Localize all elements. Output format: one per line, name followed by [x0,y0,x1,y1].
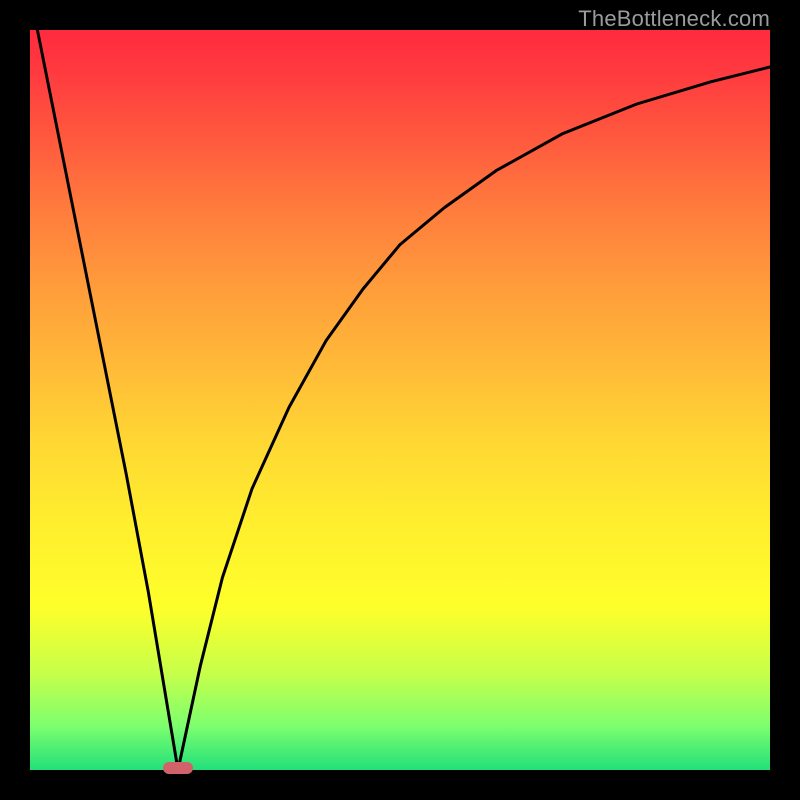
plot-frame [30,30,770,770]
curve-svg [30,30,770,770]
curve-right-branch [178,67,770,770]
curve-left-branch [37,30,178,770]
minimum-marker [163,762,193,774]
bottleneck-curve [37,30,770,770]
chart-canvas: TheBottleneck.com [0,0,800,800]
watermark-text: TheBottleneck.com [578,6,770,32]
